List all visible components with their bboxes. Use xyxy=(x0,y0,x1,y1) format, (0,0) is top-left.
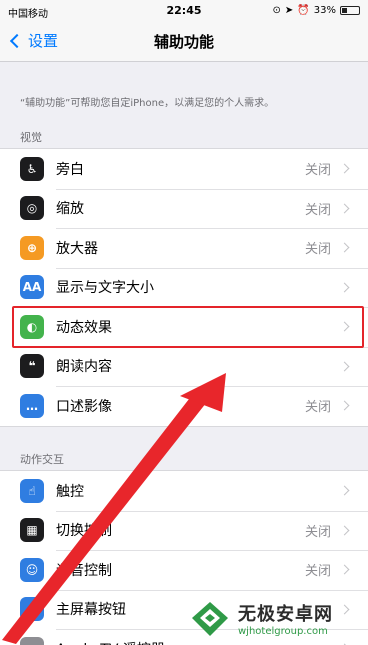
arrow-shaft xyxy=(2,390,210,644)
watermark-name: 无极安卓网 xyxy=(238,603,333,625)
red-arrow-annotation xyxy=(2,373,226,644)
watermark: 无极安卓网 wjhotelgroup.com xyxy=(188,596,333,640)
watermark-logo-icon xyxy=(192,602,228,636)
watermark-url: wjhotelgroup.com xyxy=(238,625,328,637)
